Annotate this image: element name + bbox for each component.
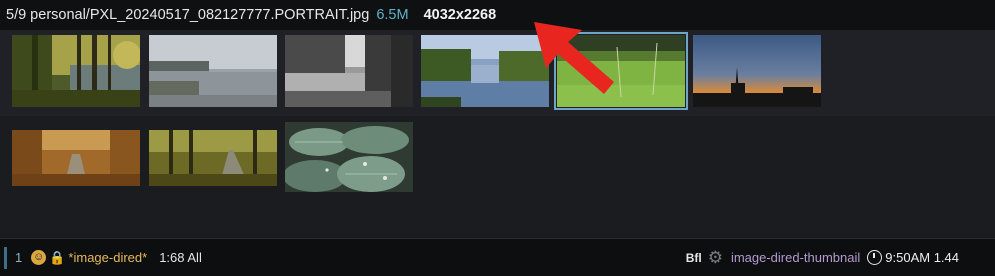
thumbnail-bw-tree[interactable] <box>285 35 413 107</box>
thumbnail-calm-lake[interactable] <box>149 35 277 107</box>
thumbnail-autumn-road[interactable] <box>149 130 277 186</box>
buffer-name[interactable]: *image-dired* <box>68 250 147 265</box>
mode-line: 1 ☺ 🔒 *image-dired* 1:68 All Bfl ⚙ image… <box>0 238 995 276</box>
gear-icon[interactable]: ⚙ <box>708 248 723 268</box>
file-label: 5/9 personal/PXL_20240517_082127777.PORT… <box>6 7 370 23</box>
thumbnail-forest-lake[interactable] <box>12 35 140 107</box>
mode-line-indicator <box>4 246 7 269</box>
window-number: 1 <box>15 250 23 265</box>
thumbnail-hosta-leaves[interactable] <box>285 122 413 194</box>
mode-line-right: Bfl ⚙ image-dired-thumbnail 9:50AM 1.44 <box>686 239 959 276</box>
thumbnail-row <box>0 116 995 194</box>
bfl-indicator: Bfl <box>685 250 702 265</box>
major-mode[interactable]: image-dired-thumbnail <box>731 250 860 265</box>
cursor-position: 1:68 All <box>159 250 202 265</box>
thumbnail-autumn-path[interactable] <box>12 130 140 186</box>
thumbnail-row <box>0 30 995 116</box>
thumbnail-church-sunset[interactable] <box>693 35 821 107</box>
header-line: 5/9 personal/PXL_20240517_082127777.PORT… <box>0 0 995 30</box>
image-dired-window: 5/9 personal/PXL_20240517_082127777.PORT… <box>0 0 995 276</box>
time-load: 9:50AM 1.44 <box>885 250 959 265</box>
file-size: 6.5M <box>376 7 409 23</box>
lock-icon: 🔒 <box>49 249 66 265</box>
emoji-icon: ☺ <box>31 250 47 265</box>
clock-icon <box>867 250 883 265</box>
annotation-arrow-icon <box>534 22 614 94</box>
image-dimensions: 4032x2268 <box>423 7 497 23</box>
empty-area <box>0 192 995 238</box>
